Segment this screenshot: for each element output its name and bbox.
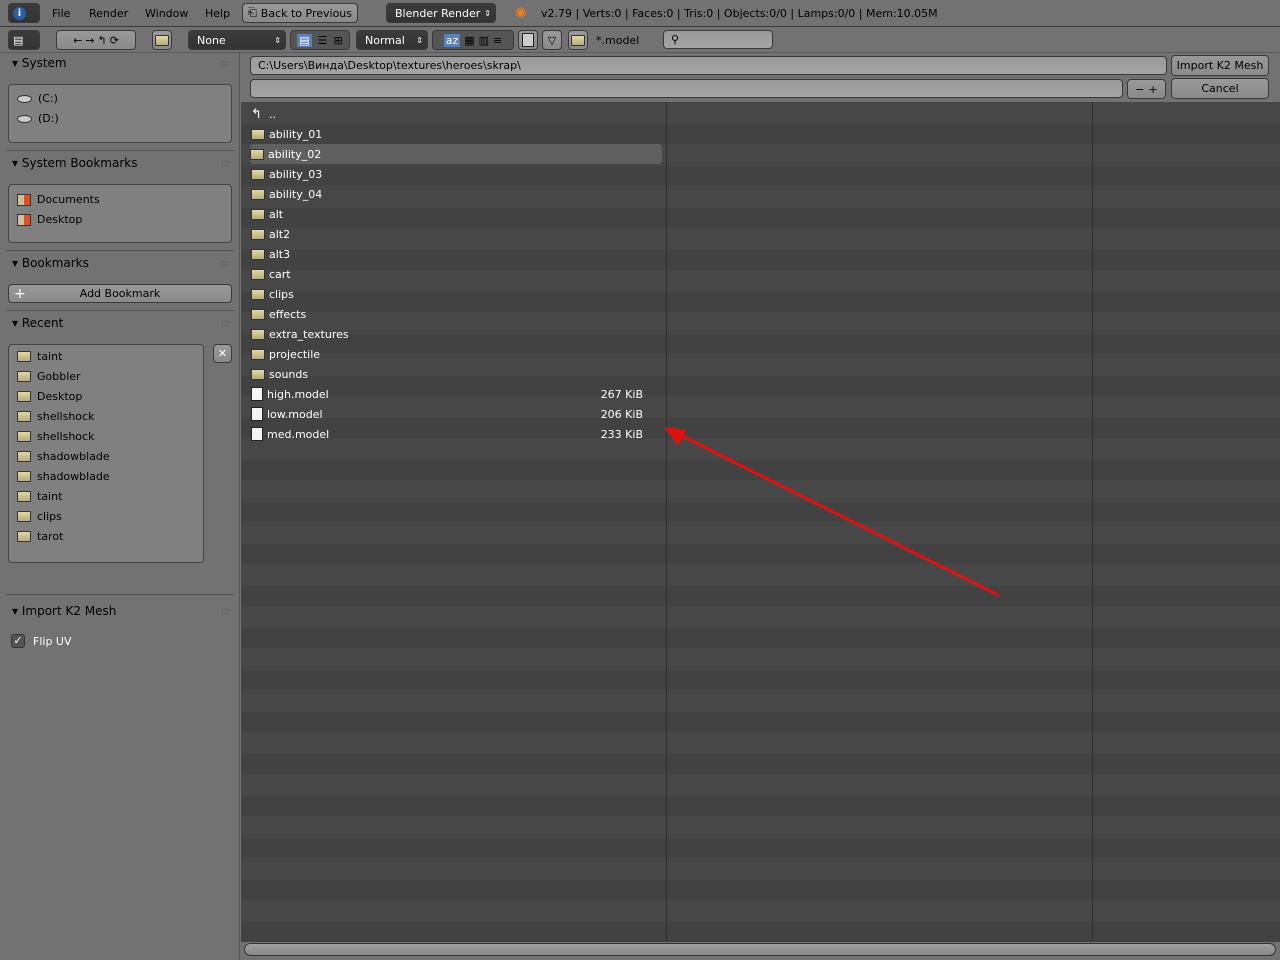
arrow-shaft: [675, 431, 999, 597]
arrow-head: [664, 427, 686, 446]
annotation-arrow: [664, 427, 999, 597]
